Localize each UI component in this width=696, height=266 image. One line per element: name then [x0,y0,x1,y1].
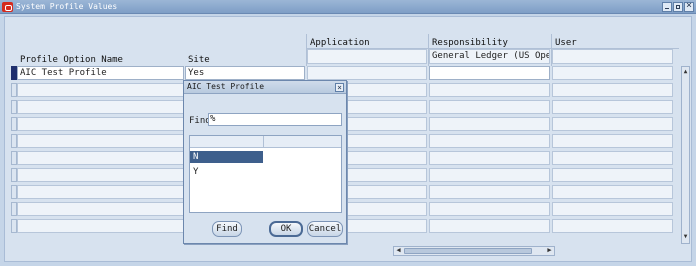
find-input[interactable]: % [208,113,342,126]
profile-option-cell[interactable] [17,134,184,148]
profile-option-cell[interactable]: AIC Test Profile [17,66,184,80]
user-value-cell[interactable] [552,168,673,182]
responsibility-value-cell[interactable] [429,185,550,199]
values-list-header [190,136,341,148]
column-header-application: Application [310,38,370,48]
list-of-values-dialog: AIC Test Profile × Find % N Y Find OK Ca… [183,80,347,244]
horizontal-scrollbar[interactable]: ◀ ▶ [393,246,555,256]
responsibility-value-cell[interactable] [429,66,550,80]
profile-option-cell[interactable] [17,117,184,131]
user-value-cell[interactable] [552,134,673,148]
responsibility-header-field[interactable]: General Ledger (US Opera [429,49,550,64]
title-bar: System Profile Values [0,0,696,14]
column-header-profile-option-name: Profile Option Name [20,55,123,65]
user-header-field[interactable] [552,49,673,64]
scroll-up-arrow-icon[interactable]: ▲ [682,68,689,77]
responsibility-value-cell[interactable] [429,117,550,131]
list-item[interactable]: N [190,151,263,163]
site-value-cell[interactable]: Yes [185,66,305,80]
column-header-user: User [555,38,577,48]
user-value-cell[interactable] [552,202,673,216]
horizontal-scroll-thumb[interactable] [404,248,532,254]
oracle-app-icon [2,2,13,12]
minimize-button[interactable] [662,2,672,12]
dialog-title-bar: AIC Test Profile × [184,81,346,94]
list-item[interactable]: Y [190,166,263,178]
dialog-close-icon[interactable]: × [335,83,344,92]
profile-option-cell[interactable] [17,100,184,114]
profile-option-cell[interactable] [17,219,184,233]
column-header-responsibility: Responsibility [432,38,508,48]
user-value-cell[interactable] [552,185,673,199]
values-list[interactable]: N Y [189,135,342,213]
profile-option-cell[interactable] [17,168,184,182]
responsibility-value-cell[interactable] [429,219,550,233]
column-header-site: Site [188,55,210,65]
user-value-cell[interactable] [552,219,673,233]
find-button[interactable]: Find [212,221,242,237]
responsibility-value-cell[interactable] [429,202,550,216]
dialog-title: AIC Test Profile [187,82,265,91]
scroll-down-arrow-icon[interactable]: ▼ [682,233,689,242]
responsibility-value-cell[interactable] [429,134,550,148]
user-value-cell[interactable] [552,100,673,114]
profile-values-panel: Profile Option Name Site Application Res… [4,16,692,262]
user-value-cell[interactable] [552,117,673,131]
ok-button[interactable]: OK [269,221,303,237]
responsibility-value-cell[interactable] [429,83,550,97]
window-title: System Profile Values [16,2,118,11]
scroll-left-arrow-icon[interactable]: ◀ [394,246,403,255]
profile-option-cell[interactable] [17,185,184,199]
scroll-right-arrow-icon[interactable]: ▶ [545,246,554,255]
user-value-cell[interactable] [552,83,673,97]
responsibility-value-cell[interactable] [429,100,550,114]
user-value-cell[interactable] [552,151,673,165]
cancel-button[interactable]: Cancel [307,221,343,237]
vertical-scrollbar[interactable]: ▲ ▼ [681,66,690,244]
application-header-field[interactable] [307,49,427,64]
application-value-cell[interactable] [307,66,427,80]
responsibility-value-cell[interactable] [429,168,550,182]
close-button[interactable] [684,0,694,12]
profile-option-cell[interactable] [17,202,184,216]
profile-option-cell[interactable] [17,151,184,165]
profile-option-cell[interactable] [17,83,184,97]
user-value-cell[interactable] [552,66,673,80]
responsibility-value-cell[interactable] [429,151,550,165]
maximize-button[interactable] [673,2,683,12]
